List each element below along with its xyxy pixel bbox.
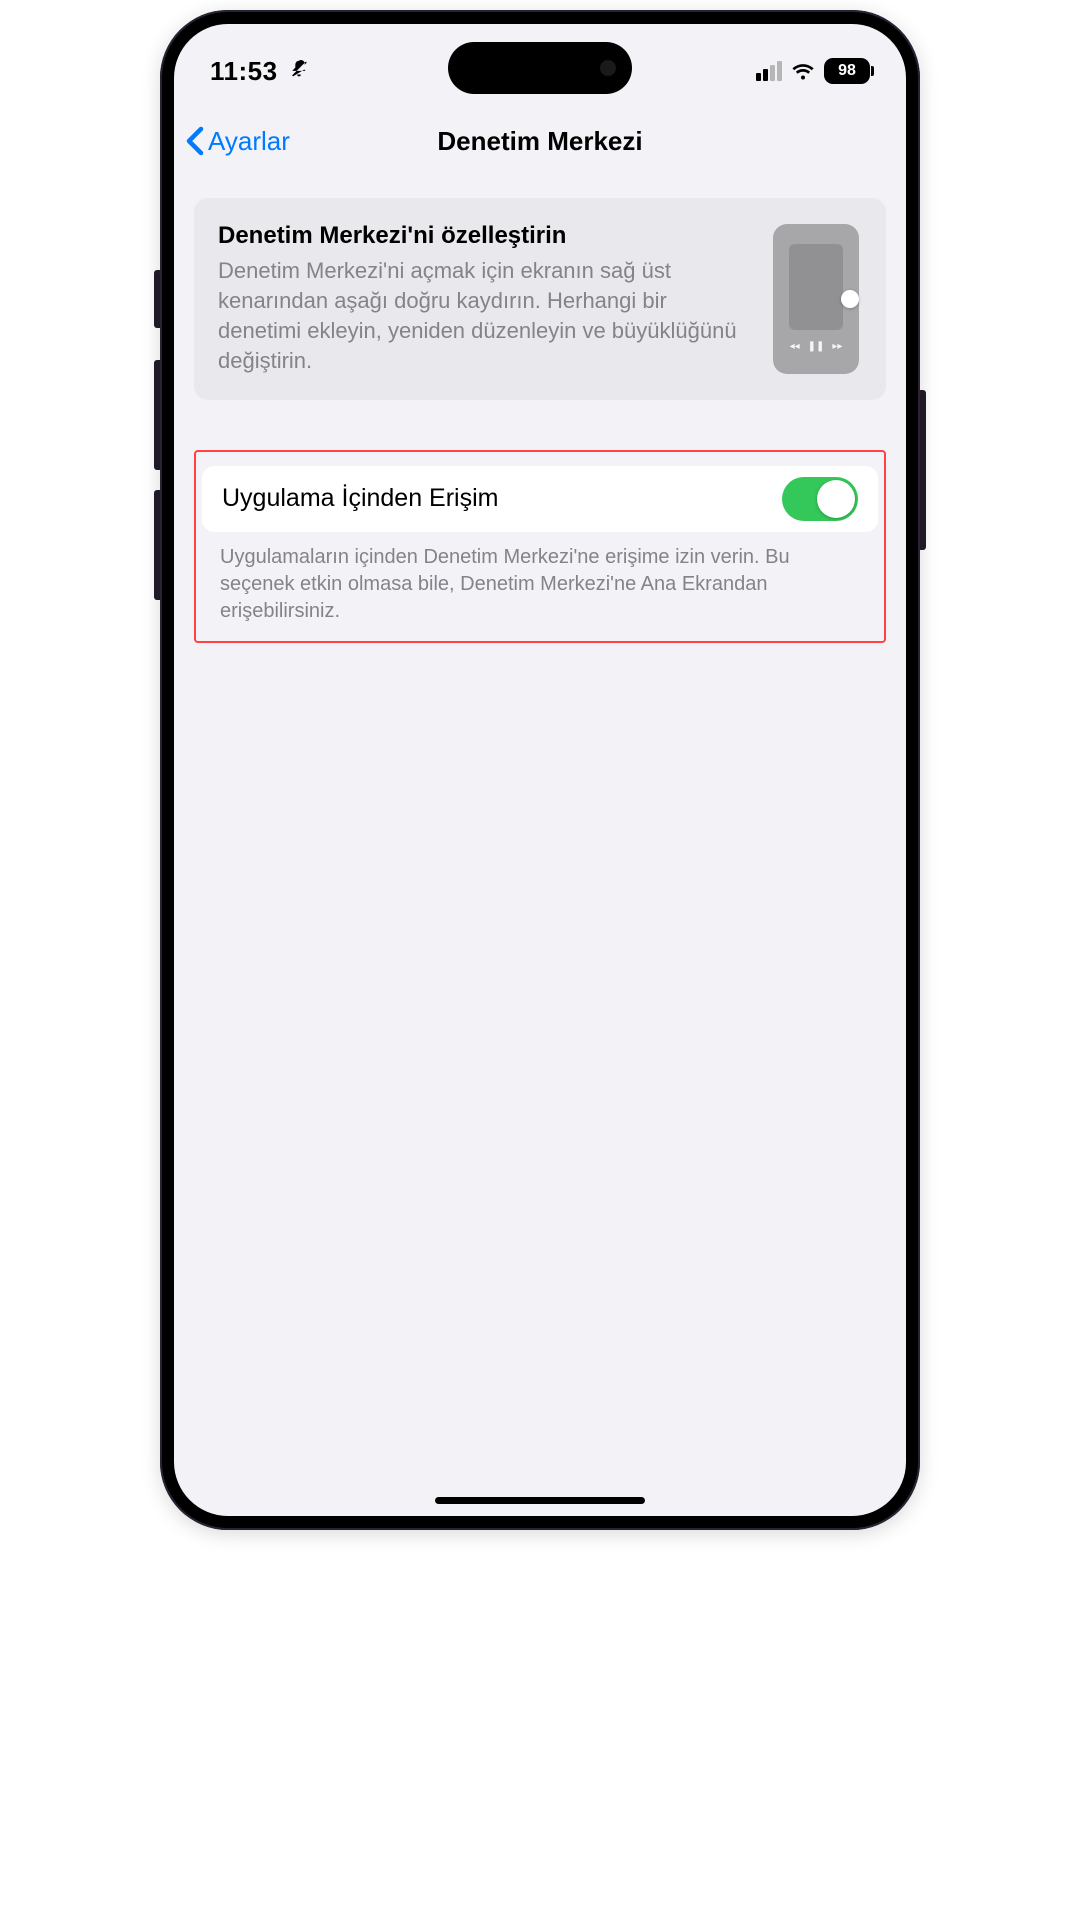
signal-icon — [756, 61, 782, 81]
control-center-illustration: ◂◂❚❚▸▸ — [770, 222, 862, 376]
back-button[interactable]: Ayarlar — [186, 126, 290, 157]
home-indicator[interactable] — [435, 1497, 645, 1504]
wifi-icon — [790, 61, 816, 81]
customize-title: Denetim Merkezi'ni özelleştirin — [218, 222, 750, 250]
access-within-apps-label: Uygulama İçinden Erişim — [222, 484, 499, 513]
access-within-apps-row[interactable]: Uygulama İçinden Erişim — [202, 466, 878, 532]
battery-indicator: 98 — [824, 58, 870, 84]
chevron-left-icon — [186, 126, 204, 156]
customize-card[interactable]: Denetim Merkezi'ni özelleştirin Denetim … — [194, 198, 886, 400]
status-time: 11:53 — [210, 56, 278, 87]
screen: 11:53 98 Ayarlar Denetim Merkezi — [174, 24, 906, 1516]
content: Denetim Merkezi'ni özelleştirin Denetim … — [174, 174, 906, 1516]
phone-frame: 11:53 98 Ayarlar Denetim Merkezi — [160, 10, 920, 1530]
access-within-apps-toggle[interactable] — [782, 477, 858, 521]
highlighted-section: Uygulama İçinden Erişim Uygulamaların iç… — [194, 450, 886, 643]
page-title: Denetim Merkezi — [437, 126, 642, 157]
access-within-apps-footer: Uygulamaların içinden Denetim Merkezi'ne… — [196, 532, 884, 635]
power-button — [920, 390, 926, 550]
navigation-bar: Ayarlar Denetim Merkezi — [174, 108, 906, 174]
dynamic-island — [448, 42, 632, 94]
battery-level: 98 — [838, 62, 856, 80]
silent-icon — [288, 58, 310, 85]
back-label: Ayarlar — [208, 126, 290, 157]
customize-subtitle: Denetim Merkezi'ni açmak için ekranın sa… — [218, 256, 750, 376]
